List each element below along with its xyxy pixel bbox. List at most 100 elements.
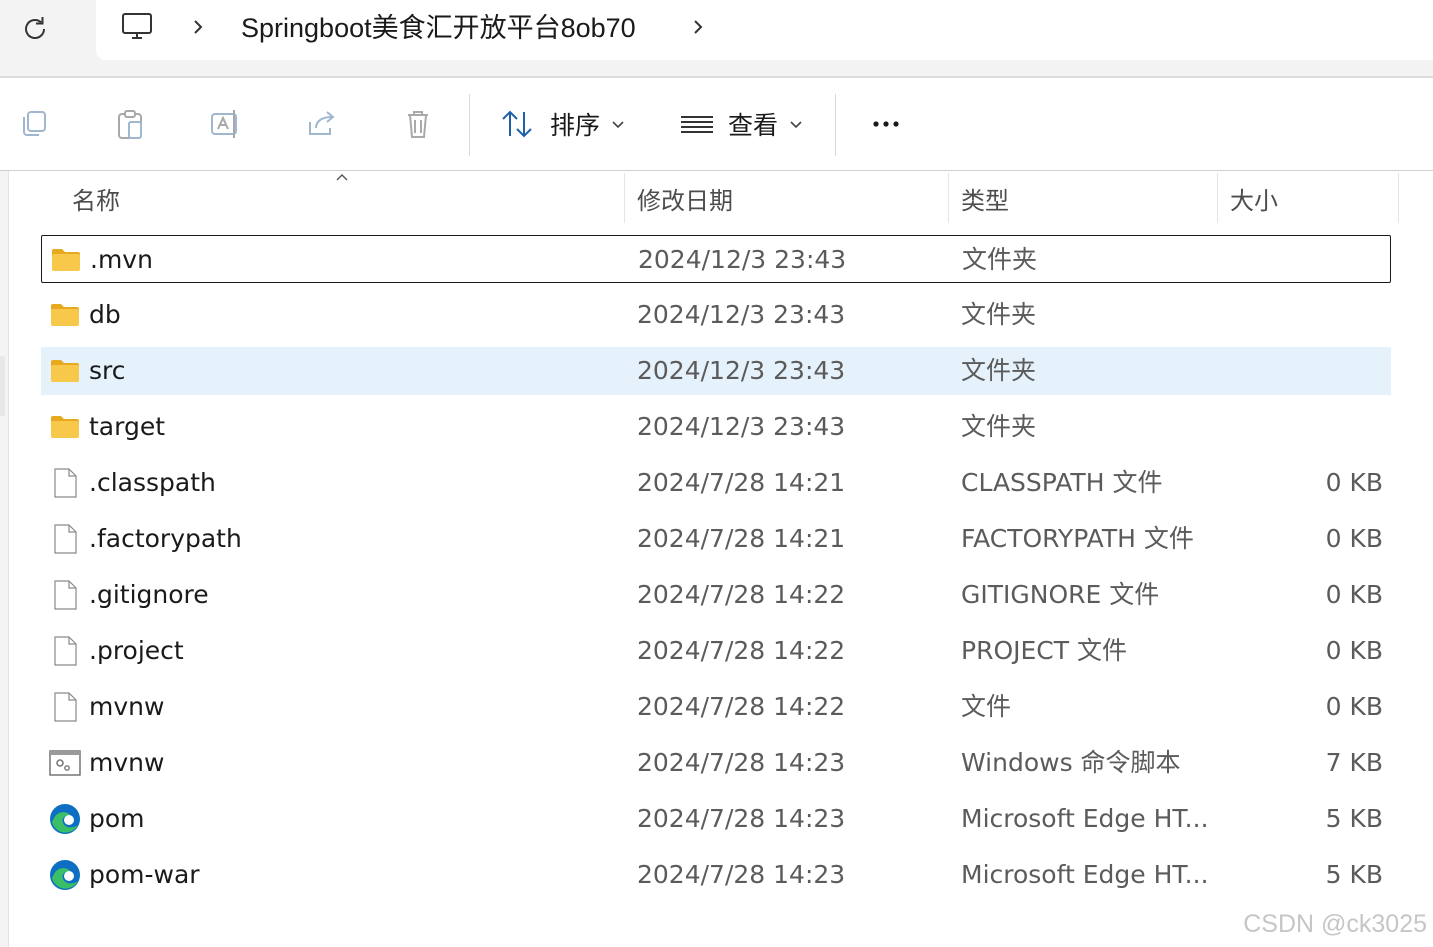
file-size: 5 KB: [1325, 804, 1383, 833]
command-bar: 排序 查看: [0, 78, 1433, 171]
this-pc-icon[interactable]: [120, 10, 154, 44]
column-header-type[interactable]: 类型: [961, 171, 1009, 226]
file-name: pom: [89, 804, 145, 833]
file-icon: [49, 691, 81, 723]
file-row[interactable]: .classpath 2024/7/28 14:21 CLASSPATH 文件 …: [41, 459, 1391, 507]
file-row[interactable]: src 2024/12/3 23:43 文件夹: [41, 347, 1391, 395]
file-modified-date: 2024/7/28 14:22: [637, 692, 846, 721]
column-divider[interactable]: [948, 173, 949, 223]
file-size: 5 KB: [1325, 860, 1383, 889]
file-type: PROJECT 文件: [961, 636, 1127, 665]
file-row[interactable]: mvnw 2024/7/28 14:23 Windows 命令脚本 7 KB: [41, 739, 1391, 787]
rename-icon: [211, 110, 237, 138]
file-name: mvnw: [89, 692, 165, 721]
file-size: 0 KB: [1325, 692, 1383, 721]
chevron-down-icon: [790, 121, 802, 129]
file-type: FACTORYPATH 文件: [961, 524, 1194, 553]
file-icon: [49, 523, 81, 555]
file-modified-date: 2024/7/28 14:23: [637, 748, 846, 777]
view-list-icon: [681, 116, 713, 133]
watermark: CSDN @ck3025: [1243, 910, 1427, 938]
refresh-button[interactable]: [14, 8, 56, 50]
file-icon: [49, 467, 81, 499]
sort-ascending-caret-icon: [336, 174, 348, 181]
clipboard-icon: [118, 110, 142, 139]
navigation-pane-scroll-thumb[interactable]: [0, 356, 5, 416]
file-modified-date: 2024/7/28 14:21: [637, 524, 846, 553]
file-size: 0 KB: [1325, 636, 1383, 665]
file-type: GITIGNORE 文件: [961, 580, 1160, 609]
column-divider[interactable]: [1398, 173, 1399, 223]
column-divider[interactable]: [624, 173, 625, 223]
file-type: Microsoft Edge HT...: [961, 860, 1209, 889]
file-name: db: [89, 300, 121, 329]
file-type: 文件夹: [961, 300, 1037, 329]
chevron-right-icon[interactable]: [686, 12, 710, 42]
copy-button[interactable]: [10, 100, 58, 148]
rename-button[interactable]: [202, 100, 250, 148]
file-row[interactable]: pom 2024/7/28 14:23 Microsoft Edge HT...…: [41, 795, 1391, 843]
file-modified-date: 2024/12/3 23:43: [637, 412, 846, 441]
file-name: .project: [89, 636, 184, 665]
sort-arrows-icon: [502, 110, 532, 138]
navigation-pane-edge[interactable]: [0, 171, 9, 947]
refresh-icon: [25, 17, 45, 39]
toolbar-separator: [469, 94, 470, 156]
file-name: mvnw: [89, 748, 165, 777]
file-name: .mvn: [90, 245, 153, 274]
view-button[interactable]: 查看: [678, 100, 806, 148]
file-modified-date: 2024/7/28 14:22: [637, 580, 846, 609]
file-name: .classpath: [89, 468, 216, 497]
copy-icon: [23, 111, 46, 136]
file-icon: [49, 579, 81, 611]
file-name: .gitignore: [89, 580, 209, 609]
file-type: 文件夹: [961, 356, 1037, 385]
file-icon: [49, 635, 81, 667]
file-name: pom-war: [89, 860, 200, 889]
file-row[interactable]: mvnw 2024/7/28 14:22 文件 0 KB: [41, 683, 1391, 731]
column-header-date[interactable]: 修改日期: [637, 171, 733, 226]
view-label: 查看: [728, 111, 779, 140]
edge-icon: [49, 859, 81, 891]
toolbar-separator: [835, 94, 836, 156]
file-row[interactable]: target 2024/12/3 23:43 文件夹: [41, 403, 1391, 451]
paste-button[interactable]: [106, 100, 154, 148]
breadcrumb-current-folder[interactable]: Springboot美食汇开放平台8ob70: [241, 12, 636, 44]
file-row[interactable]: .mvn 2024/12/3 23:43 文件夹: [41, 235, 1391, 283]
file-type: 文件夹: [961, 412, 1037, 441]
folder-icon: [49, 355, 81, 387]
column-header-name[interactable]: 名称: [72, 171, 120, 226]
file-size: 0 KB: [1325, 468, 1383, 497]
folder-icon: [49, 411, 81, 443]
file-type: CLASSPATH 文件: [961, 468, 1163, 497]
file-type: Windows 命令脚本: [961, 748, 1181, 777]
file-size: 7 KB: [1325, 748, 1383, 777]
file-modified-date: 2024/12/3 23:43: [637, 300, 846, 329]
file-name: src: [89, 356, 126, 385]
file-modified-date: 2024/12/3 23:43: [638, 245, 847, 274]
file-name: .factorypath: [89, 524, 242, 553]
file-row[interactable]: .gitignore 2024/7/28 14:22 GITIGNORE 文件 …: [41, 571, 1391, 619]
column-header-size[interactable]: 大小: [1230, 171, 1278, 226]
file-modified-date: 2024/7/28 14:22: [637, 636, 846, 665]
file-type: Microsoft Edge HT...: [961, 804, 1209, 833]
sort-button[interactable]: 排序: [500, 100, 628, 148]
more-options-button[interactable]: [862, 100, 910, 148]
delete-button[interactable]: [394, 100, 442, 148]
script-icon: [49, 747, 81, 779]
share-button[interactable]: [298, 100, 346, 148]
share-icon: [309, 111, 335, 135]
file-row[interactable]: pom-war 2024/7/28 14:23 Microsoft Edge H…: [41, 851, 1391, 899]
file-type: 文件: [961, 692, 1012, 721]
file-modified-date: 2024/12/3 23:43: [637, 356, 846, 385]
chevron-right-icon[interactable]: [186, 12, 210, 42]
file-row[interactable]: db 2024/12/3 23:43 文件夹: [41, 291, 1391, 339]
file-modified-date: 2024/7/28 14:23: [637, 804, 846, 833]
file-row[interactable]: .project 2024/7/28 14:22 PROJECT 文件 0 KB: [41, 627, 1391, 675]
folder-icon: [50, 244, 82, 276]
file-row[interactable]: .factorypath 2024/7/28 14:21 FACTORYPATH…: [41, 515, 1391, 563]
file-modified-date: 2024/7/28 14:21: [637, 468, 846, 497]
folder-icon: [49, 299, 81, 331]
column-divider[interactable]: [1217, 173, 1218, 223]
sort-label: 排序: [550, 111, 601, 140]
